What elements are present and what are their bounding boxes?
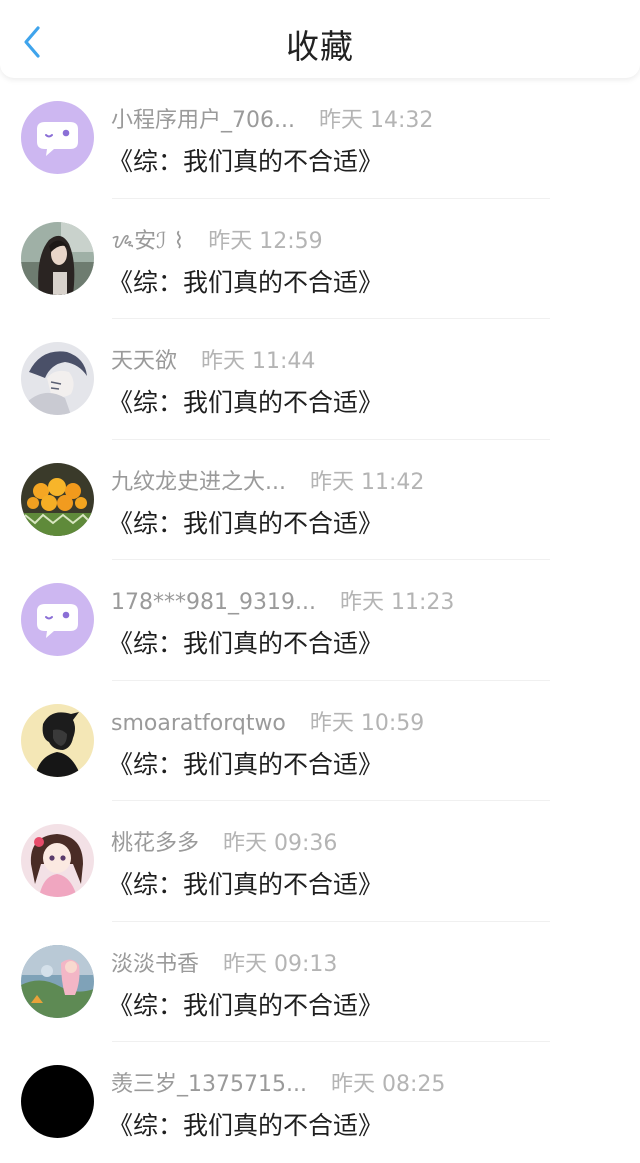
user-name: 羡三岁_1375715...: [111, 1072, 307, 1097]
book-title: 《综：我们真的不合适》: [108, 1111, 384, 1140]
top-nav-bar: 收藏: [0, 0, 640, 78]
avatar: [21, 824, 94, 897]
book-title: 《综：我们真的不合适》: [108, 267, 384, 297]
favorite-item[interactable]: 小程序用户_706... 昨天 14:32 《综：我们真的不合适》: [0, 78, 640, 199]
avatar: [21, 1065, 94, 1138]
timestamp: 昨天 14:32: [318, 108, 434, 133]
anime-girl-pink-avatar: [21, 824, 94, 897]
user-name: 九纹龙史进之大...: [111, 469, 286, 495]
mango-photo-avatar: [21, 462, 94, 536]
timestamp: 昨天 11:23: [339, 590, 455, 615]
favorite-item[interactable]: smoaratforqtwo 昨天 10:59 《综：我们真的不合适》: [0, 681, 640, 801]
page-title: 收藏: [286, 27, 354, 66]
timestamp: 昨天 08:25: [330, 1072, 446, 1097]
user-name: 178***981_9319...: [111, 590, 316, 615]
timestamp: 昨天 11:44: [201, 349, 316, 374]
user-name: 天天欲: [111, 349, 178, 374]
avatar: [21, 944, 94, 1018]
favorite-item[interactable]: 九纹龙史进之大... 昨天 11:42 《综：我们真的不合适》: [0, 440, 640, 560]
favorite-item[interactable]: 天天欲 昨天 11:44 《综：我们真的不合适》: [0, 319, 640, 440]
avatar: [21, 583, 94, 656]
book-title: 《综：我们真的不合适》: [108, 629, 384, 658]
favorite-item[interactable]: 178***981_9319... 昨天 11:23 《综：我们真的不合适》: [0, 560, 640, 681]
anime-sketch-avatar: [21, 342, 94, 415]
book-title: 《综：我们真的不合适》: [108, 508, 384, 538]
book-title: 《综：我们真的不合适》: [108, 749, 384, 779]
avatar: [21, 703, 94, 777]
book-title: 《综：我们真的不合适》: [108, 870, 384, 899]
user-name: 淡淡书香: [111, 951, 200, 977]
book-title: 《综：我们真的不合适》: [108, 388, 384, 417]
timestamp: 昨天 09:36: [223, 831, 338, 856]
user-name: smoaratforqtwo: [111, 710, 286, 736]
favorite-item[interactable]: ᝰ安ℐ ⌇ 昨天 12:59 《综：我们真的不合适》: [0, 199, 640, 319]
favorite-item[interactable]: 桃花多多 昨天 09:36 《综：我们真的不合适》: [0, 801, 640, 922]
avatar: [21, 101, 94, 174]
timestamp: 昨天 09:13: [223, 951, 338, 977]
timestamp: 昨天 12:59: [208, 228, 323, 254]
avatar: [21, 342, 94, 415]
favorite-item[interactable]: 淡淡书香 昨天 09:13 《综：我们真的不合适》: [0, 922, 640, 1042]
favorite-item[interactable]: 羡三岁_1375715... 昨天 08:25 《综：我们真的不合适》: [0, 1042, 640, 1163]
anime-scene-forest-avatar: [21, 944, 94, 1018]
timestamp: 昨天 10:59: [309, 710, 425, 736]
boy-silhouette-avatar: [21, 703, 94, 777]
chat-bubble-avatar-icon: [21, 101, 94, 174]
avatar: [21, 221, 94, 295]
user-name: 小程序用户_706...: [111, 108, 295, 133]
timestamp: 昨天 11:42: [309, 469, 425, 495]
avatar: [21, 462, 94, 536]
black-circle-avatar: [21, 1065, 94, 1138]
book-title: 《综：我们真的不合适》: [108, 990, 384, 1020]
book-title: 《综：我们真的不合适》: [108, 147, 384, 176]
girl-photo-avatar: [21, 221, 94, 295]
favorites-list: 小程序用户_706... 昨天 14:32 《综：我们真的不合适》 ᝰ安ℐ ⌇ …: [0, 78, 640, 1163]
user-name: ᝰ安ℐ ⌇: [111, 228, 185, 254]
chat-bubble-avatar-icon: [21, 583, 94, 656]
user-name: 桃花多多: [111, 831, 200, 856]
